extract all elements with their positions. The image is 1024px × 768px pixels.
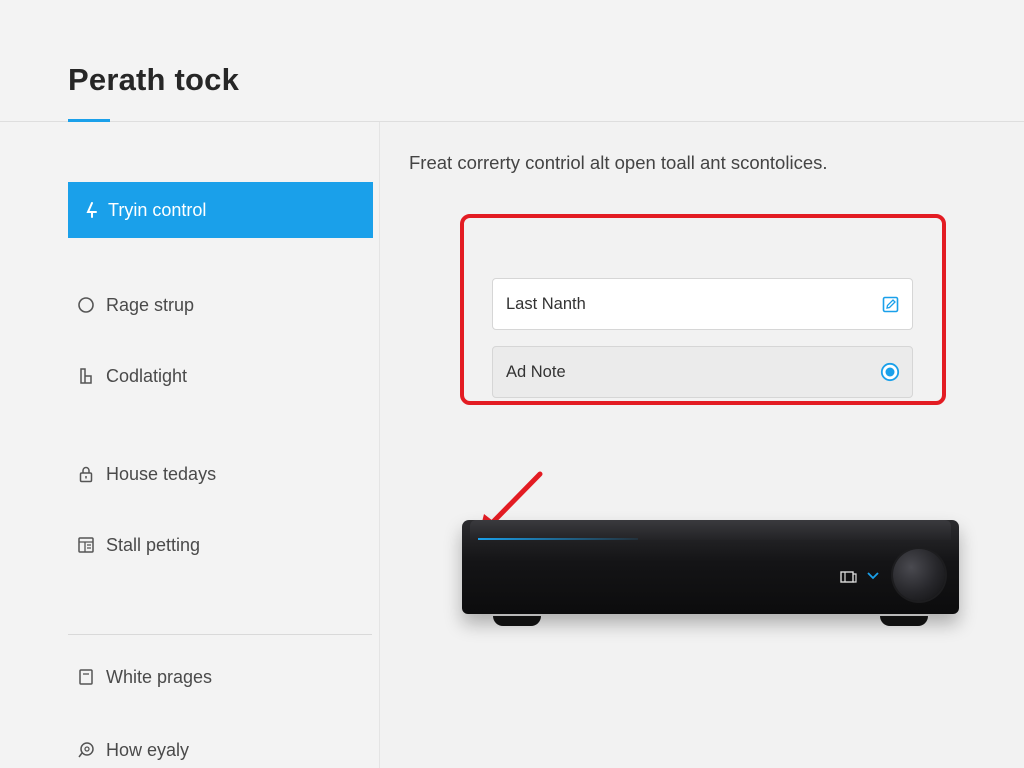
lock-icon <box>76 464 96 484</box>
media-device-illustration <box>450 470 970 640</box>
page-title: Perath tock <box>68 62 240 97</box>
field-label: Ad Note <box>506 362 566 381</box>
sidebar-divider <box>68 634 372 635</box>
sidebar-item-how-eyaly[interactable]: How eyaly <box>68 722 373 768</box>
sidebar-item-tryin-control[interactable]: Tryin control <box>68 182 373 238</box>
app-window: Perath tock Tryin control Rage strup Cod… <box>0 0 1024 768</box>
sidebar-item-label: Rage strup <box>106 294 195 315</box>
page-icon <box>76 667 96 687</box>
edit-icon[interactable] <box>880 294 900 314</box>
device-foot <box>880 616 928 626</box>
chevron-down-icon <box>867 572 879 580</box>
plug-icon <box>82 200 102 220</box>
device-foot <box>493 616 541 626</box>
sidebar-item-label: Codlatight <box>106 365 188 386</box>
sidebar-item-codlatight[interactable]: Codlatight <box>68 348 373 404</box>
sidebar-item-label: White prages <box>106 666 213 687</box>
ad-note-field[interactable]: Ad Note <box>492 346 913 398</box>
device-body <box>462 520 959 614</box>
field-label: Last Nanth <box>506 294 586 313</box>
circle-icon <box>76 295 96 315</box>
description-text: Freat correrty contriol alt open toall a… <box>409 152 828 173</box>
radio-selected-icon[interactable] <box>880 362 900 382</box>
sidebar-item-label: Stall petting <box>106 534 201 555</box>
sidebar-item-label: Tryin control <box>108 199 207 220</box>
panel-icon <box>76 535 96 555</box>
device-icon <box>76 366 96 386</box>
sidebar-item-label: How eyaly <box>106 739 190 760</box>
sidebar-item-white-prages[interactable]: White prages <box>68 649 373 705</box>
help-icon <box>76 740 96 760</box>
last-nanth-field[interactable]: Last Nanth <box>492 278 913 330</box>
sidebar-item-stall-petting[interactable]: Stall petting <box>68 517 373 573</box>
sidebar: Tryin control Rage strup Codlatight Hous… <box>0 122 380 768</box>
device-top <box>470 520 951 540</box>
device-led-strip <box>478 538 638 540</box>
sidebar-item-label: House tedays <box>106 463 217 484</box>
device-badge-icon <box>840 571 857 583</box>
page-header: Perath tock <box>0 0 1024 122</box>
sidebar-item-house-tedays[interactable]: House tedays <box>68 446 373 502</box>
device-knob <box>893 549 945 601</box>
sidebar-item-rage-strup[interactable]: Rage strup <box>68 277 373 333</box>
